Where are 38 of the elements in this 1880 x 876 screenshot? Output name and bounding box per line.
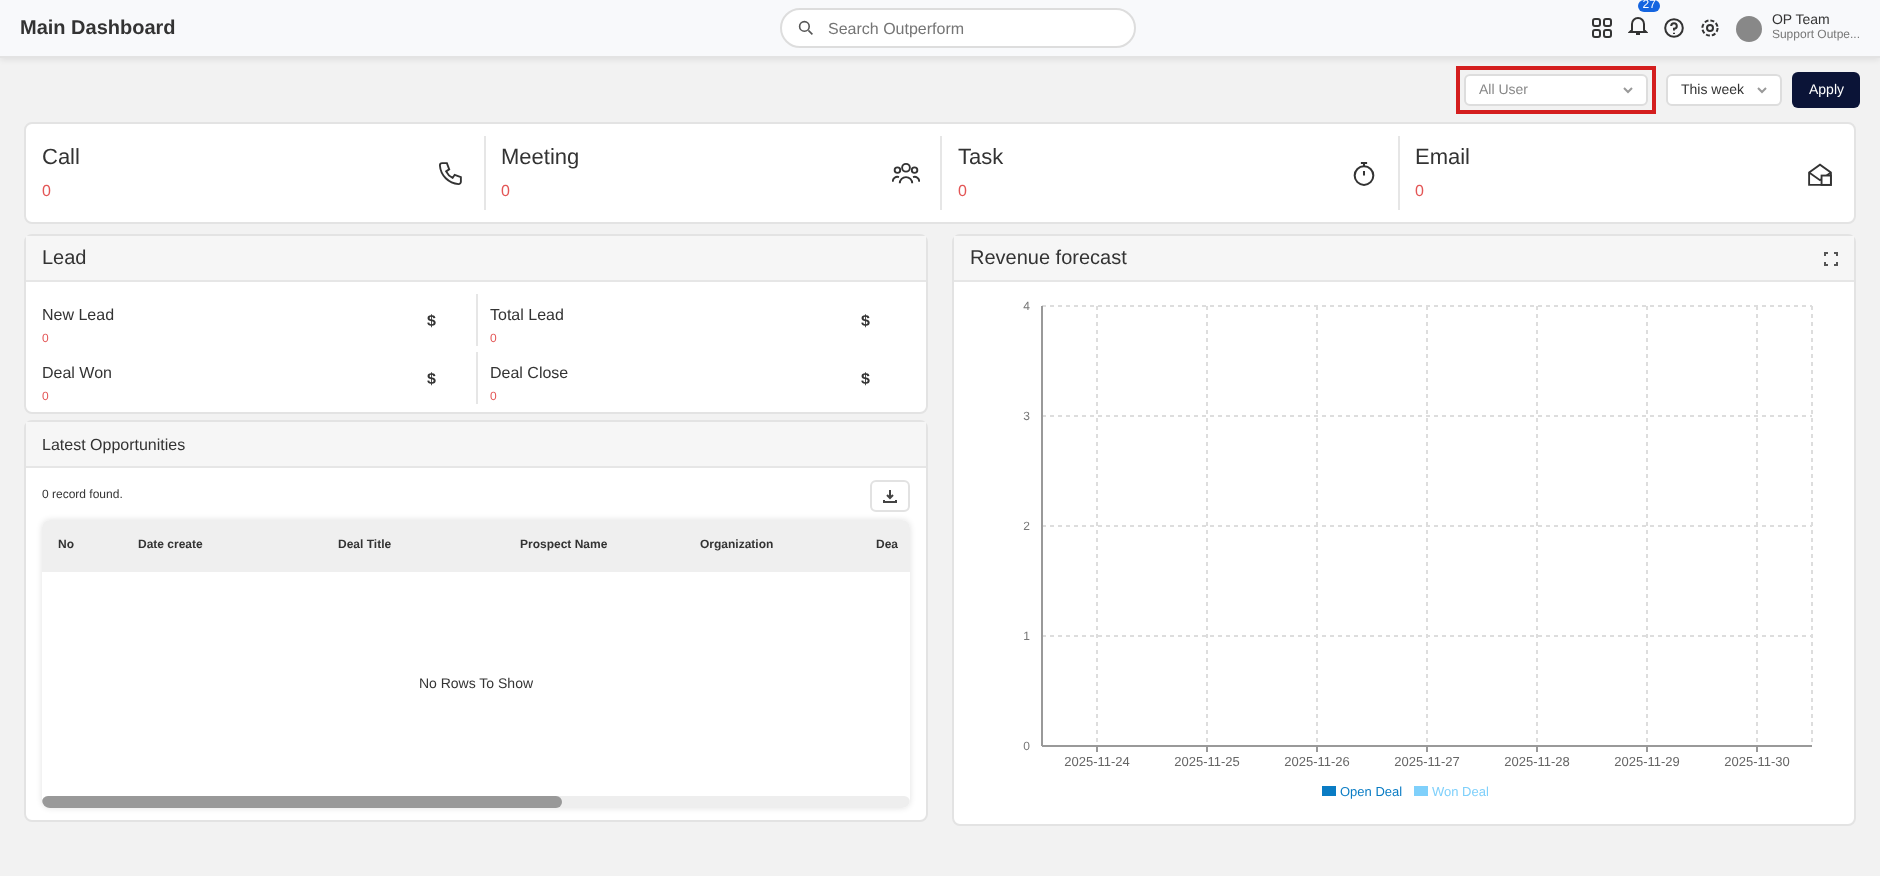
chevron-icon bbox=[1756, 86, 1769, 94]
chevron-icon bbox=[1622, 86, 1635, 94]
settings-icon[interactable] bbox=[1699, 18, 1720, 38]
expand-icon[interactable] bbox=[1824, 251, 1838, 265]
currency-symbol: $ bbox=[861, 311, 870, 329]
currency-symbol: $ bbox=[427, 311, 436, 329]
people-icon bbox=[892, 159, 920, 187]
search-bar[interactable]: Search Outperform bbox=[780, 8, 1136, 48]
mail-icon bbox=[1806, 159, 1834, 187]
search-field[interactable]: Search Outperform bbox=[824, 17, 1092, 39]
lead-label: Deal Won bbox=[42, 364, 112, 382]
stat-value: 0 bbox=[42, 182, 53, 200]
lead-label: Total Lead bbox=[490, 306, 564, 324]
stat-value: 0 bbox=[501, 182, 512, 200]
download-button[interactable] bbox=[870, 480, 910, 512]
timer-icon bbox=[1349, 159, 1377, 187]
lead-label: New Lead bbox=[42, 306, 115, 324]
panel-title: Revenue forecast bbox=[970, 247, 1127, 269]
search-icon bbox=[798, 20, 814, 36]
scrollbar[interactable] bbox=[42, 796, 910, 808]
lead-label: Deal Close bbox=[490, 364, 569, 382]
currency-symbol: $ bbox=[861, 369, 870, 387]
panel-title: Latest Opportunities bbox=[42, 435, 186, 453]
apps-grid-icon[interactable] bbox=[1591, 18, 1612, 38]
stat-label: Meeting bbox=[501, 146, 580, 170]
help-icon[interactable] bbox=[1663, 18, 1684, 38]
page-title: Main Dashboard bbox=[20, 17, 178, 39]
download-icon bbox=[882, 488, 898, 504]
stat-label: Task bbox=[958, 146, 1004, 170]
currency-symbol: $ bbox=[427, 369, 436, 387]
avatar[interactable] bbox=[1735, 15, 1762, 41]
stat-value: 0 bbox=[1415, 182, 1426, 200]
stat-label: Call bbox=[42, 146, 80, 170]
stat-label: Email bbox=[1415, 146, 1471, 170]
bell-icon[interactable] bbox=[1627, 14, 1648, 36]
panel-title: Lead bbox=[42, 247, 87, 269]
stat-value: 0 bbox=[958, 182, 969, 200]
phone-icon bbox=[435, 159, 463, 187]
